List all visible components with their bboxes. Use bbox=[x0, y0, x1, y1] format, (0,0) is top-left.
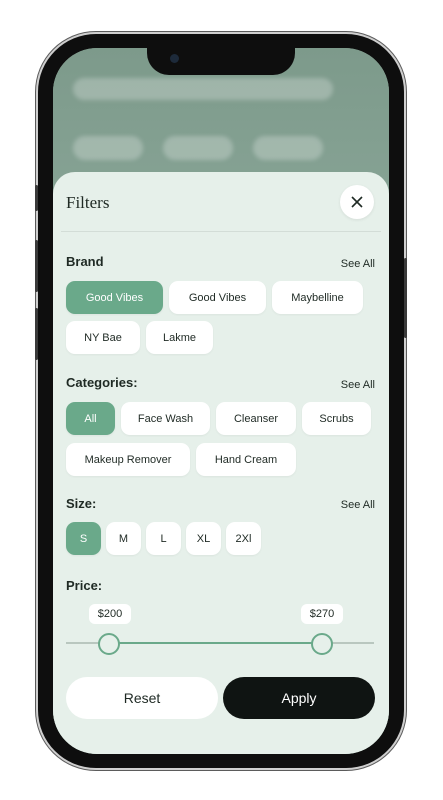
category-chip-makeup-remover[interactable]: Makeup Remover bbox=[66, 443, 190, 476]
size-chip-s-selected[interactable]: S bbox=[66, 522, 101, 555]
price-slider-range bbox=[109, 642, 321, 644]
brand-see-all-link[interactable]: See All bbox=[341, 258, 375, 270]
brand-chip-good-vibes-selected[interactable]: Good Vibes bbox=[66, 281, 163, 314]
filters-title: Filters bbox=[66, 193, 110, 212]
price-min-tag: $200 bbox=[89, 604, 131, 624]
price-slider-max-handle[interactable] bbox=[311, 633, 333, 655]
category-chip-cleanser[interactable]: Cleanser bbox=[216, 402, 296, 435]
phone-volume-down bbox=[35, 308, 38, 360]
categories-label: Categories: bbox=[66, 375, 138, 390]
price-slider-min-handle[interactable] bbox=[98, 633, 120, 655]
size-chip-2xl[interactable]: 2Xl bbox=[226, 522, 261, 555]
brand-chip-lakme[interactable]: Lakme bbox=[146, 321, 213, 354]
reset-button[interactable]: Reset bbox=[66, 677, 218, 719]
background-chip bbox=[73, 136, 143, 160]
phone-screen: Filters Brand See All Good Vibes Good Vi… bbox=[53, 48, 389, 754]
apply-button[interactable]: Apply bbox=[223, 677, 375, 719]
phone-power-button bbox=[404, 258, 407, 338]
brand-label: Brand bbox=[66, 254, 104, 269]
background-chip bbox=[163, 136, 233, 160]
price-label: Price: bbox=[66, 578, 103, 593]
close-button[interactable] bbox=[340, 185, 374, 219]
size-chip-l[interactable]: L bbox=[146, 522, 181, 555]
categories-see-all-link[interactable]: See All bbox=[341, 379, 375, 391]
brand-chip-ny-bae[interactable]: NY Bae bbox=[66, 321, 140, 354]
close-icon bbox=[351, 196, 363, 208]
size-see-all-link[interactable]: See All bbox=[341, 499, 375, 511]
background-search-bar bbox=[73, 78, 333, 100]
category-chip-hand-cream[interactable]: Hand Cream bbox=[196, 443, 296, 476]
category-chip-all-selected[interactable]: All bbox=[66, 402, 115, 435]
background-chip bbox=[253, 136, 323, 160]
header-divider bbox=[61, 231, 381, 232]
camera-icon bbox=[170, 54, 179, 63]
price-max-tag: $270 bbox=[301, 604, 343, 624]
size-label: Size: bbox=[66, 496, 97, 511]
phone-side-button bbox=[35, 185, 38, 211]
category-chip-scrubs[interactable]: Scrubs bbox=[302, 402, 371, 435]
size-chip-m[interactable]: M bbox=[106, 522, 141, 555]
brand-chip-good-vibes[interactable]: Good Vibes bbox=[169, 281, 266, 314]
brand-chip-maybelline[interactable]: Maybelline bbox=[272, 281, 363, 314]
phone-volume-up bbox=[35, 240, 38, 292]
category-chip-face-wash[interactable]: Face Wash bbox=[121, 402, 210, 435]
size-chip-xl[interactable]: XL bbox=[186, 522, 221, 555]
